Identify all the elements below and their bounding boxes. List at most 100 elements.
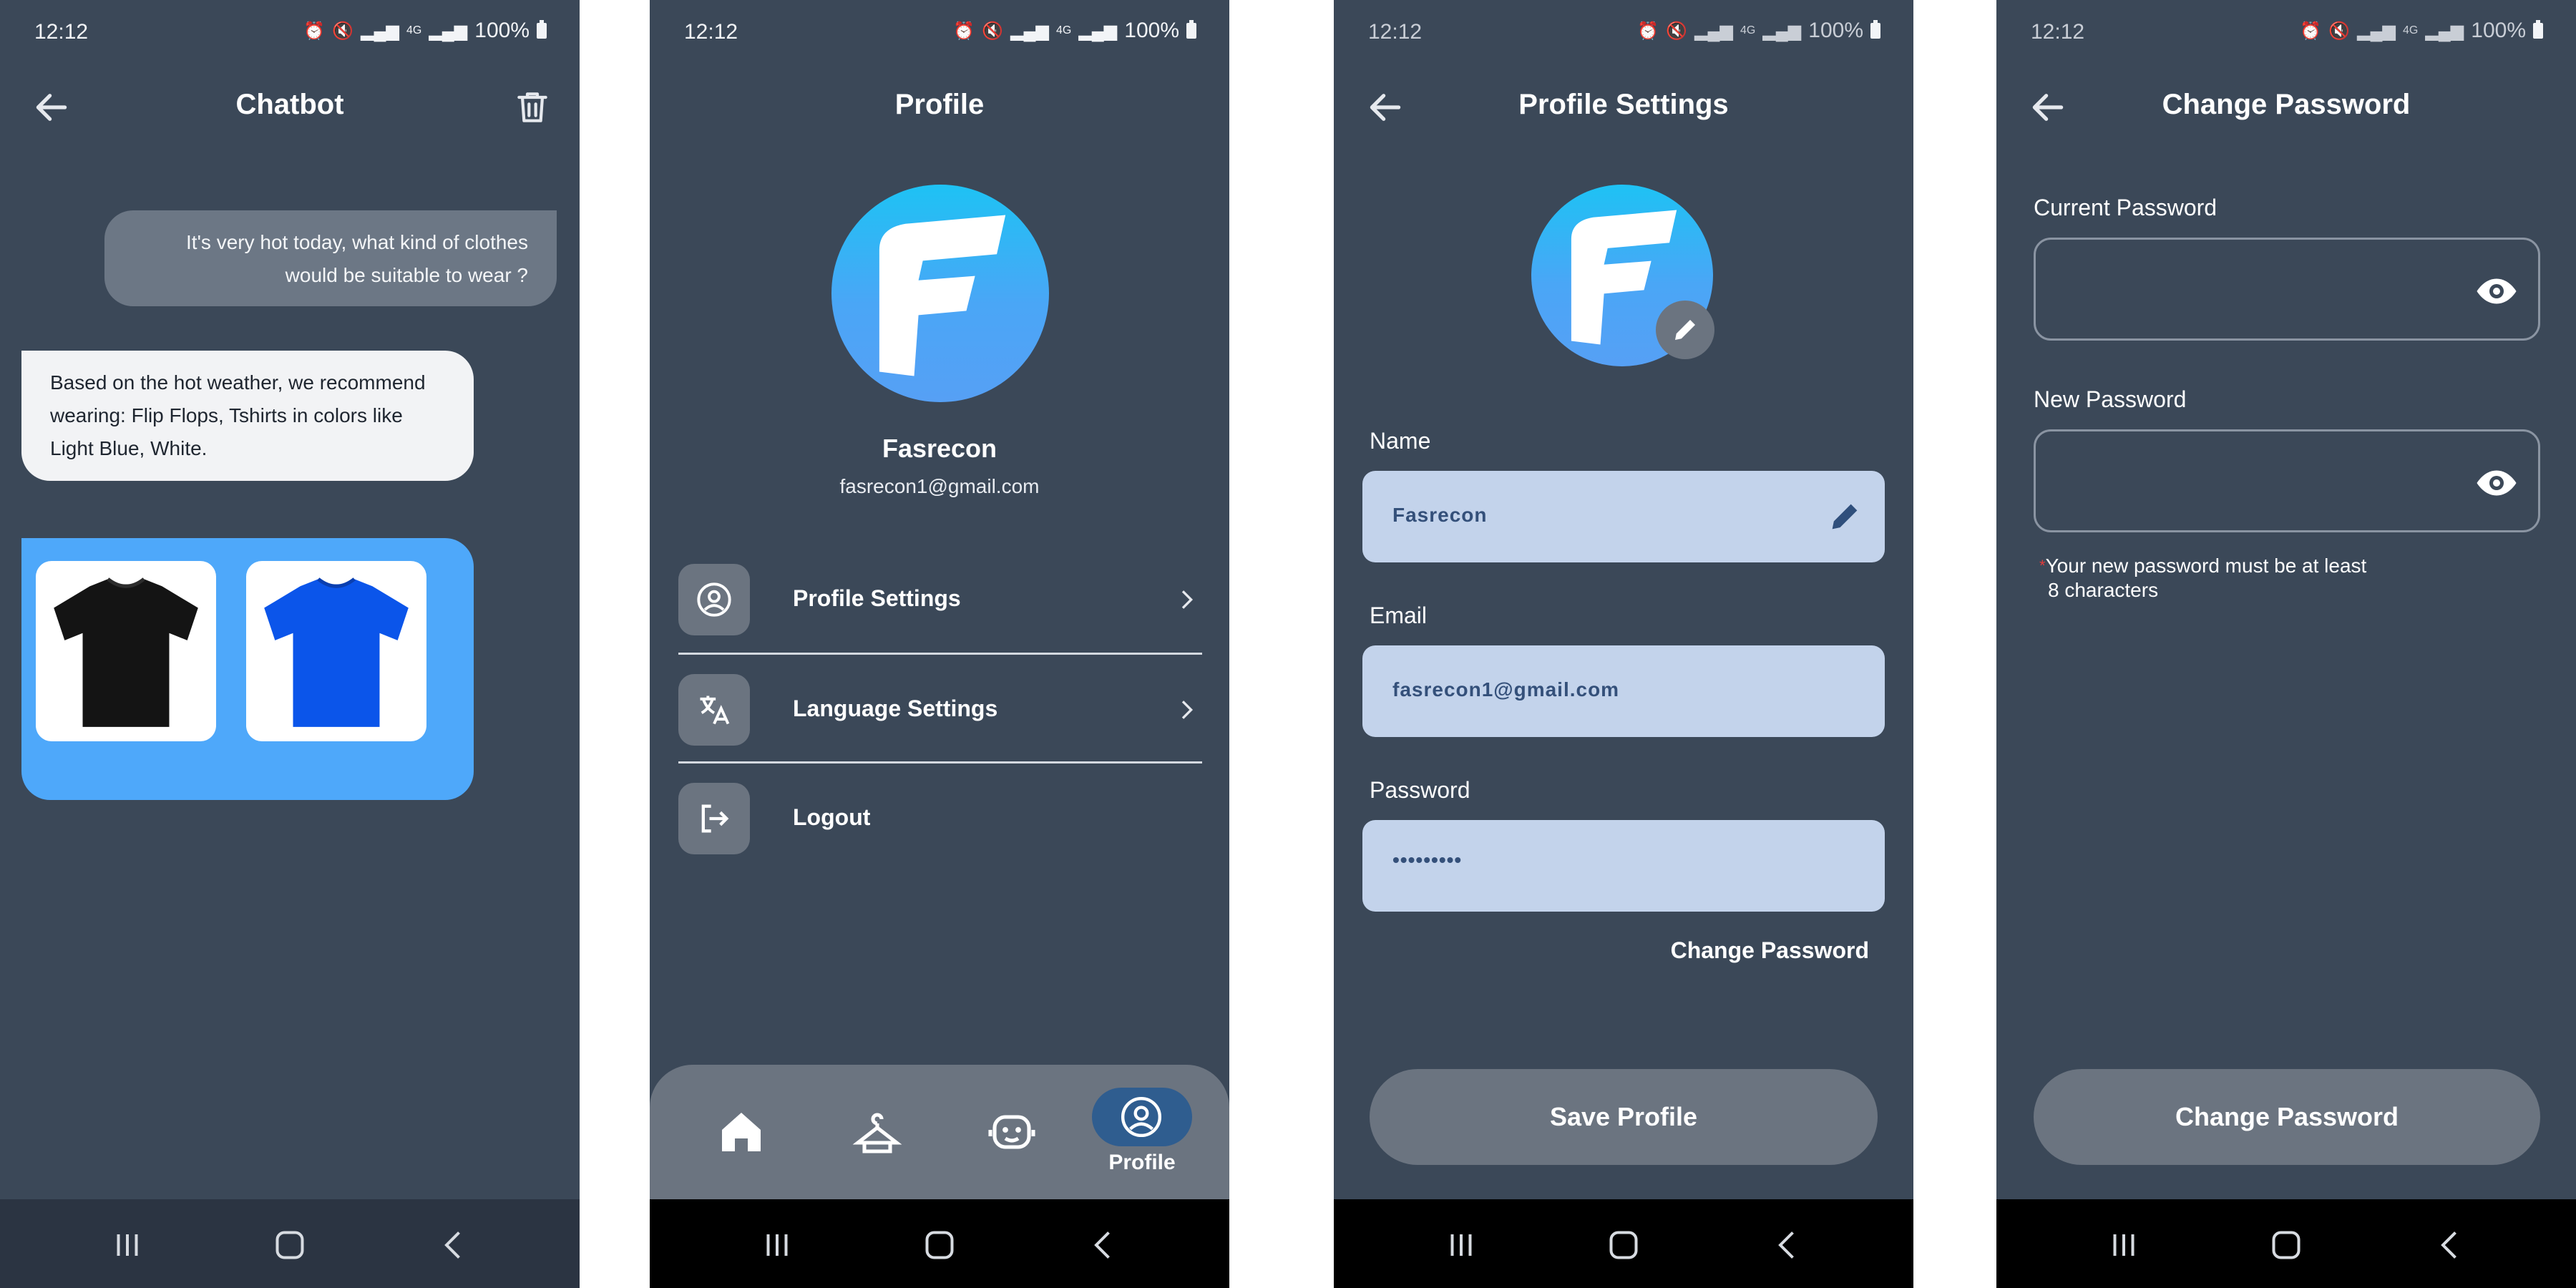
- status-bar: 12:12 ⏰ 🔇 ▂▄▆ 4G ▂▄▆ 100%: [1334, 0, 1913, 64]
- app-bar: Chatbot: [0, 72, 580, 140]
- battery-percent: 100%: [2471, 19, 2526, 42]
- tab-profile[interactable]: [1092, 1088, 1192, 1146]
- password-field[interactable]: •••••••••: [1362, 820, 1885, 912]
- new-password-field[interactable]: [2034, 429, 2540, 532]
- name-field[interactable]: Fasrecon: [1362, 471, 1885, 562]
- network-tag: 4G: [406, 24, 422, 36]
- home-button-icon[interactable]: [918, 1224, 961, 1267]
- battery-icon: [1870, 20, 1880, 39]
- clothing-suggestions: [21, 538, 474, 800]
- recent-apps-icon[interactable]: [106, 1224, 149, 1267]
- menu-item-profile-settings[interactable]: Profile Settings: [678, 545, 1202, 654]
- signal-icon: ▂▄▆: [1762, 21, 1802, 41]
- status-icons: ⏰ 🔇 ▂▄▆ 4G ▂▄▆ 100%: [1637, 19, 1880, 43]
- signal-icon: ▂▄▆: [1694, 21, 1733, 41]
- tab-profile-label: Profile: [1108, 1151, 1176, 1174]
- status-bar: 12:12 ⏰ 🔇 ▂▄▆ 4G ▂▄▆ 100%: [650, 0, 1229, 64]
- status-bar: 12:12 ⏰ 🔇 ▂▄▆ 4G ▂▄▆ 100%: [1996, 0, 2576, 64]
- battery-percent: 100%: [1808, 19, 1863, 42]
- home-icon: [722, 1113, 761, 1151]
- email-label: Email: [1370, 602, 1428, 628]
- pencil-icon[interactable]: [1826, 498, 1863, 535]
- home-button-icon[interactable]: [1602, 1224, 1645, 1267]
- system-nav-bar: [0, 1199, 580, 1288]
- battery-percent: 100%: [1124, 19, 1179, 42]
- logo-f-icon: [879, 215, 1006, 376]
- alarm-icon: ⏰: [303, 21, 326, 41]
- tab-wardrobe[interactable]: [852, 1106, 909, 1163]
- eye-icon[interactable]: [2475, 270, 2518, 313]
- system-nav-bar: [1334, 1199, 1913, 1288]
- status-bar: 12:12 ⏰ 🔇 ▂▄▆ 4G ▂▄▆ 100%: [0, 0, 580, 64]
- battery-icon: [537, 20, 547, 39]
- mute-icon: 🔇: [982, 21, 1004, 41]
- alarm-icon: ⏰: [1637, 21, 1659, 41]
- recent-apps-icon[interactable]: [756, 1224, 799, 1267]
- tab-home[interactable]: [716, 1106, 773, 1163]
- home-button-icon[interactable]: [268, 1224, 311, 1267]
- translate-icon: [678, 674, 750, 746]
- logout-icon: [678, 783, 750, 854]
- system-nav-bar: [650, 1199, 1229, 1288]
- change-password-button[interactable]: Change Password: [2034, 1069, 2540, 1165]
- signal-icon: ▂▄▆: [2357, 21, 2396, 41]
- suggestion-card-black-tshirt[interactable]: [36, 561, 216, 741]
- menu-item-logout[interactable]: Logout: [678, 764, 1202, 873]
- network-tag: 4G: [1740, 24, 1756, 36]
- app-bar: Profile: [650, 72, 1229, 140]
- back-button-icon[interactable]: [1082, 1224, 1125, 1267]
- bottom-tab-bar: Profile: [650, 1065, 1229, 1201]
- status-time: 12:12: [34, 20, 89, 44]
- change-password-link[interactable]: Change Password: [1671, 937, 1869, 964]
- black-tshirt-image: [54, 577, 198, 727]
- user-circle-icon: [1121, 1096, 1162, 1138]
- profile-email: fasrecon1@gmail.com: [839, 475, 1040, 497]
- change-password-screen: 12:12 ⏰ 🔇 ▂▄▆ 4G ▂▄▆ 100% Change Passwor…: [1996, 0, 2576, 1288]
- password-value: •••••••••: [1392, 849, 1463, 871]
- new-password-label: New Password: [2034, 386, 2187, 412]
- profile-name: Fasrecon: [882, 434, 997, 463]
- edit-avatar-button[interactable]: [1656, 301, 1714, 359]
- tab-chatbot[interactable]: [986, 1106, 1043, 1163]
- chevron-right-icon: [1181, 701, 1194, 719]
- status-icons: ⏰ 🔇 ▂▄▆ 4G ▂▄▆ 100%: [953, 19, 1196, 43]
- pencil-icon: [1675, 320, 1695, 340]
- save-profile-button[interactable]: Save Profile: [1370, 1069, 1878, 1165]
- mute-icon: 🔇: [332, 21, 354, 41]
- back-button-icon[interactable]: [2429, 1224, 2472, 1267]
- signal-icon: ▂▄▆: [429, 21, 468, 41]
- menu-item-label: Logout: [793, 804, 871, 830]
- status-icons: ⏰ 🔇 ▂▄▆ 4G ▂▄▆ 100%: [303, 19, 547, 43]
- recent-apps-icon[interactable]: [1440, 1224, 1483, 1267]
- suggestion-card-blue-tshirt[interactable]: [246, 561, 426, 741]
- status-time: 12:12: [2031, 20, 2085, 44]
- app-bar: Change Password: [1996, 72, 2576, 140]
- menu-item-language-settings[interactable]: Language Settings: [678, 655, 1202, 764]
- email-field[interactable]: fasrecon1@gmail.com: [1362, 645, 1885, 737]
- signal-icon: ▂▄▆: [361, 21, 399, 41]
- page-title: Change Password: [2162, 89, 2411, 120]
- bot-message-bubble: Based on the hot weather, we recommend w…: [21, 351, 474, 481]
- battery-percent: 100%: [474, 19, 530, 42]
- hint-line-2: 8 characters: [2048, 579, 2159, 601]
- trash-icon[interactable]: [512, 87, 552, 127]
- menu-divider: [678, 653, 1202, 655]
- status-icons: ⏰ 🔇 ▂▄▆ 4G ▂▄▆ 100%: [2300, 19, 2543, 43]
- battery-icon: [1186, 20, 1196, 39]
- network-tag: 4G: [1056, 24, 1072, 36]
- chatbot-screen: 12:12 ⏰ 🔇 ▂▄▆ 4G ▂▄▆ 100% Chatbot It's v…: [0, 0, 580, 1288]
- menu-divider: [678, 761, 1202, 763]
- home-button-icon[interactable]: [2265, 1224, 2308, 1267]
- name-value: Fasrecon: [1392, 504, 1488, 526]
- mute-icon: 🔇: [1666, 21, 1688, 41]
- profile-settings-screen: 12:12 ⏰ 🔇 ▂▄▆ 4G ▂▄▆ 100% Profile Settin…: [1334, 0, 1913, 1288]
- back-button-icon[interactable]: [1766, 1224, 1809, 1267]
- eye-icon[interactable]: [2475, 462, 2518, 504]
- recent-apps-icon[interactable]: [2102, 1224, 2145, 1267]
- back-button-icon[interactable]: [432, 1224, 475, 1267]
- page-title: Profile: [894, 89, 985, 120]
- current-password-field[interactable]: [2034, 238, 2540, 341]
- menu-item-label: Profile Settings: [793, 585, 961, 611]
- app-logo-avatar: [831, 185, 1049, 402]
- signal-icon: ▂▄▆: [1010, 21, 1049, 41]
